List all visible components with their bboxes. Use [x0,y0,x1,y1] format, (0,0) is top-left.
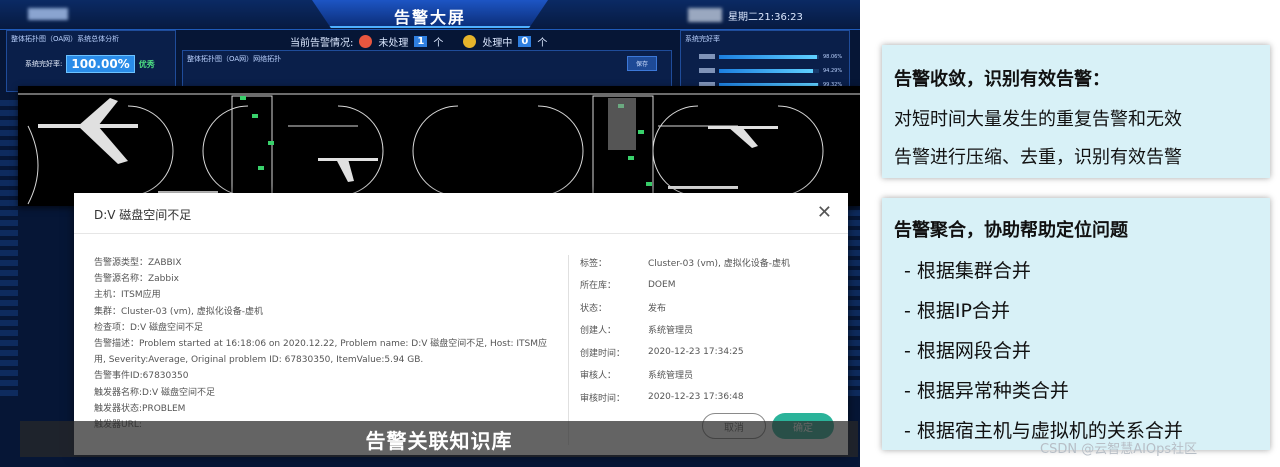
meta-key: 标签： [580,258,608,269]
system-overview-panel: 整体拓扑图（OA网）系统总体分析 系统完好率: 100.00% 优秀 [6,30,176,92]
unhandled-unit: 个 [433,38,444,49]
bar-label [699,54,715,59]
note-item: - 根据集群合并 [904,260,1031,282]
panel-title: 整体拓扑图（OA网）网络拓扑 [187,55,282,63]
panel-title: 整体拓扑图（OA网）系统总体分析 [11,35,120,43]
detail-line: 告警源类型：ZABBIX [94,258,182,268]
meta-row: 审核人： 系统管理员 [580,364,840,387]
meta-value: 发布 [648,303,667,314]
warning-icon [359,35,373,48]
bar-label [699,68,715,73]
meta-value: 系统管理员 [648,326,694,337]
bar-value: 98.06% [823,53,843,60]
note-line: 告警进行压缩、去重，识别有效告警 [894,147,1182,168]
meta-row: 审核时间： 2020-12-23 17:36:48 [580,386,840,409]
detail-line: 用, Severity:Average, Original problem ID… [94,355,424,366]
dashboard-title: 告警大屏 [393,8,466,27]
unhandled-count[interactable]: 1 [414,36,428,47]
dialog-title: D:V 磁盘空间不足 [94,208,192,222]
system-health-panel: 系统完好率 98.06% 94.29% 99.32% [680,30,850,92]
meta-value: 2020-12-23 17:34:25 [648,347,744,358]
bar-value: 94.29% [823,67,843,74]
detail-line: 告警源名称：Zabbix [94,274,179,285]
close-icon[interactable]: ✕ [817,202,832,223]
system-rate: 系统完好率: 100.00% 优秀 [25,55,155,73]
note-item: - 根据网段合并 [904,340,1031,362]
meta-row: 标签： Cluster-03 (vm), 虚拟化设备-虚机 [580,251,840,274]
meta-key: 创建人： [580,326,617,337]
rate-label: 系统完好率: [25,60,63,68]
meta-key: 创建时间： [580,348,626,359]
note-line: 对短时间大量发生的重复告警和无效 [894,109,1182,130]
alarm-dashboard: 告警大屏 星期二21:36:23 当前告警情况: 未处理 1 个 处理中 0 个… [0,0,860,467]
status-label: 当前告警情况: [290,38,354,49]
note-item: - 根据异常种类合并 [904,380,1069,402]
meta-row: 状态： 发布 [580,296,840,319]
note-item: - 根据IP合并 [904,300,1010,322]
detail-line: 告警事件ID:67830350 [94,371,189,382]
handling-unit: 个 [537,38,548,49]
meta-key: 审核时间： [580,393,626,404]
meta-row: 所在库： DOEM [580,274,840,297]
unhandled-label: 未处理 [378,38,409,49]
note-title: 告警收敛，识别有效告警： [894,69,1110,90]
hourglass-icon [463,35,477,48]
panel-title: 系统完好率 [685,35,720,43]
meta-value: DOEM [648,279,676,290]
bar-track [719,68,819,73]
note-alarm-convergence: 告警收敛，识别有效告警： 对短时间大量发生的重复告警和无效 告警进行压缩、去重，… [882,45,1270,178]
rate-tag: 优秀 [138,59,155,69]
handling-label: 处理中 [482,38,513,49]
alarm-status-strip: 当前告警情况: 未处理 1 个 处理中 0 个 [290,34,547,49]
meta-value: 2020-12-23 17:36:48 [648,392,744,403]
bar-fill [719,68,813,73]
bar-track [719,54,819,59]
alarm-meta: 标签： Cluster-03 (vm), 虚拟化设备-虚机 所在库： DOEM 状态… [580,251,840,409]
detail-line: 触发器状态:PROBLEM [94,403,186,414]
rate-value: 100.00% [66,55,135,73]
detail-line: 集群：Cluster-03 (vm), 虚拟化设备-虚机 [94,306,264,317]
avatar [688,8,722,22]
meta-value: Cluster-03 (vm), 虚拟化设备-虚机 [648,258,791,269]
dashboard-header: 告警大屏 星期二21:36:23 [0,0,860,30]
dialog-header: D:V 磁盘空间不足 ✕ [74,193,848,234]
logo [28,8,68,20]
alarm-detail-dialog: D:V 磁盘空间不足 ✕ 告警源类型：ZABBIX 告警源名称：Zabbix 主… [74,193,848,455]
note-title: 告警聚合，协助帮助定位问题 [894,220,1128,241]
detail-line: 告警描述：Problem started at 16:18:06 on 2020… [94,339,548,350]
network-topology-panel: 整体拓扑图（OA网）网络拓扑 保存 [182,50,672,90]
datetime: 星期二21:36:23 [728,12,803,23]
alarm-details: 告警源类型：ZABBIX 告警源名称：Zabbix 主机：ITSM应用 集群：C… [94,255,572,433]
meta-key: 状态： [580,303,608,314]
detail-line: 主机：ITSM应用 [94,290,161,301]
topology-floorplan[interactable] [18,86,860,207]
health-bar: 94.29% [699,67,842,74]
handling-count[interactable]: 0 [518,36,532,47]
meta-value: 系统管理员 [648,371,694,382]
note-alarm-aggregation: 告警聚合，协助帮助定位问题 - 根据集群合并 - 根据IP合并 - 根据网段合并… [882,198,1270,450]
detail-line: 检查项：D:V 磁盘空间不足 [94,322,203,333]
meta-key: 审核人： [580,371,617,382]
detail-line: 触发器名称:D:V 磁盘空间不足 [94,387,216,398]
meta-row: 创建人： 系统管理员 [580,319,840,342]
caption: 告警关联知识库 [20,421,858,457]
meta-row: 创建时间： 2020-12-23 17:34:25 [580,341,840,364]
divider [568,255,569,445]
save-button[interactable]: 保存 [626,56,657,71]
watermark: CSDN @云智慧AIOps社区 [1040,442,1198,457]
side-decoration [0,100,18,400]
floorplan-drawing [18,93,860,207]
meta-key: 所在库： [580,281,617,292]
bar-fill [719,54,817,59]
health-bar: 98.06% [699,53,842,60]
